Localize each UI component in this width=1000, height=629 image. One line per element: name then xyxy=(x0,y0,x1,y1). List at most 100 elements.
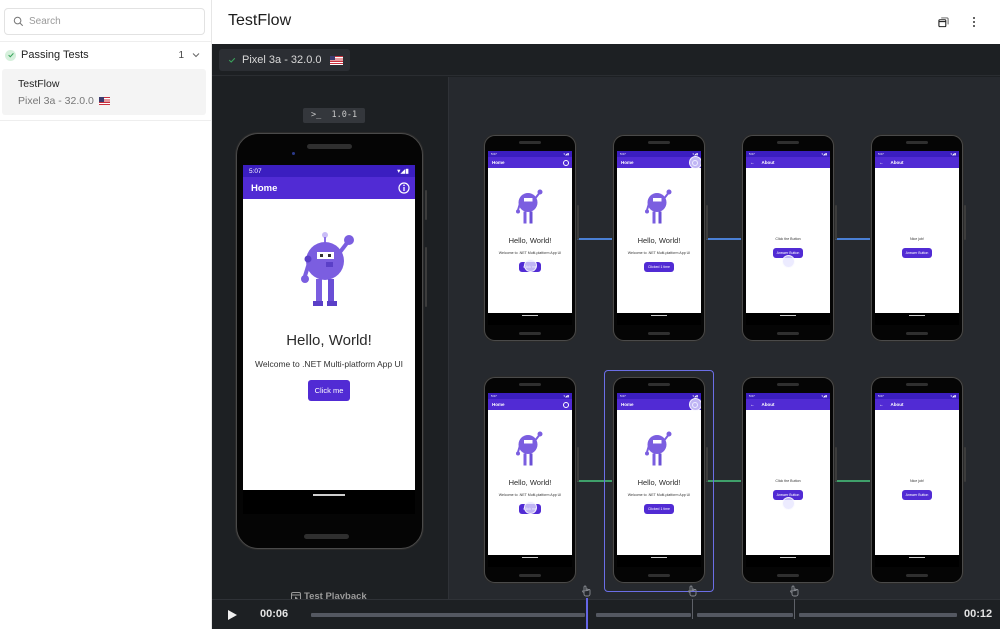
bottom-speaker xyxy=(777,574,799,577)
signal-battery-icon: ▾◢▮ xyxy=(821,394,827,398)
status-time: 5:07 xyxy=(878,394,884,398)
dotnet-bot-icon xyxy=(644,429,674,475)
terminal-icon: >_ xyxy=(311,110,322,120)
side-button xyxy=(835,447,837,482)
app-content: Hello, World! Welcome to .NET Multi-plat… xyxy=(243,231,415,401)
app-bar-title: Home xyxy=(621,402,634,407)
step-button: Answer Button xyxy=(901,490,933,500)
speaker xyxy=(906,383,928,386)
open-in-window-button[interactable] xyxy=(934,13,952,31)
flow-step[interactable]: 5:07 ▾◢▮ Home Hello, World! Welcome to .NET … xyxy=(613,135,705,341)
device-screen[interactable]: 5:07 ▾◢▮ Home Hello, World! Welcome to .… xyxy=(243,165,415,514)
search-input[interactable] xyxy=(29,16,199,27)
nav-bar xyxy=(617,555,701,567)
nav-bar xyxy=(243,490,415,514)
step-content: Hello, World! Welcome to .NET Multi-platf… xyxy=(617,429,701,515)
search-box[interactable] xyxy=(4,8,205,35)
home-pill xyxy=(780,315,796,316)
app-bar-title: Home xyxy=(492,402,505,407)
step-screen: 5:07 ▾◢▮ ← About Click the Button Answer Butt… xyxy=(746,151,830,325)
status-time: 5:07 xyxy=(491,394,497,398)
hello-text: Hello, World! xyxy=(286,332,372,349)
side-button xyxy=(964,205,966,240)
app-bar: ← About xyxy=(875,399,959,410)
flow-step[interactable]: 5:07 ▾◢▮ ← About Click the Button Answer Butt… xyxy=(742,377,834,583)
camera-icon xyxy=(292,152,295,155)
bottom-speaker xyxy=(648,332,670,335)
home-pill xyxy=(651,557,667,558)
signal-battery-icon: ▾◢▮ xyxy=(821,152,827,156)
more-options-button[interactable] xyxy=(965,13,983,31)
play-icon[interactable] xyxy=(226,609,238,621)
group-passing-tests[interactable]: Passing Tests 1 xyxy=(0,44,211,66)
info-icon xyxy=(563,401,569,408)
nav-bar xyxy=(746,555,830,567)
flow-step[interactable]: 5:07 ▾◢▮ ← About Click the Button Answer Butt… xyxy=(742,135,834,341)
timeline-marker-line xyxy=(794,599,795,619)
signal-battery-icon: ▾◢▮ xyxy=(563,394,569,398)
status-time: 5:07 xyxy=(749,394,755,398)
main-area: Pixel 3a - 32.0.0 >_ 1.0-1 5:07 ▾◢▮ Home xyxy=(212,44,1000,629)
app-bar-title: Home xyxy=(251,182,278,194)
side-button xyxy=(577,205,579,240)
home-pill xyxy=(522,557,538,558)
page-title: TestFlow xyxy=(228,12,292,29)
app-bar-title: About xyxy=(890,160,904,165)
tap-icon[interactable] xyxy=(788,584,800,597)
header: TestFlow xyxy=(212,0,1000,44)
welcome-text: Welcome to .NET Multi-platform App UI xyxy=(627,493,691,497)
flow-step[interactable]: 5:07 ▾◢▮ Home Hello, World! Welcome to .NET … xyxy=(484,135,576,341)
bottom-speaker xyxy=(519,332,541,335)
info-icon[interactable] xyxy=(398,182,410,194)
home-pill[interactable] xyxy=(313,494,345,496)
app-bar: ← About xyxy=(746,399,830,410)
nav-bar xyxy=(875,555,959,567)
message-text: Click the Button xyxy=(775,237,801,241)
live-device-panel: >_ 1.0-1 5:07 ▾◢▮ Home Hello, World! Wel… xyxy=(212,77,448,602)
click-me-button[interactable]: Click me xyxy=(307,380,351,401)
status-time: 5:07 xyxy=(620,394,626,398)
live-device[interactable]: 5:07 ▾◢▮ Home Hello, World! Welcome to .… xyxy=(236,133,423,549)
test-name: TestFlow xyxy=(18,78,60,90)
bottom-speaker xyxy=(519,574,541,577)
group-count: 1 xyxy=(178,49,184,61)
flow-step[interactable]: 5:07 ▾◢▮ Home Hello, World! Welcome to .NET … xyxy=(613,377,705,583)
chevron-down-icon[interactable] xyxy=(192,51,200,59)
step-screen: 5:07 ▾◢▮ ← About Nice job! Answer Button xyxy=(875,393,959,567)
power-button xyxy=(425,247,427,307)
timeline-segment[interactable] xyxy=(311,613,585,617)
playhead[interactable] xyxy=(586,598,588,629)
step-screen: 5:07 ▾◢▮ ← About Nice job! Answer Button xyxy=(875,151,959,325)
flow-step[interactable]: 5:07 ▾◢▮ ← About Nice job! Answer Button xyxy=(871,135,963,341)
nav-bar xyxy=(488,313,572,325)
home-pill xyxy=(780,557,796,558)
nav-bar xyxy=(617,313,701,325)
touch-indicator xyxy=(524,259,537,272)
bottom-speaker xyxy=(648,574,670,577)
step-screen: 5:07 ▾◢▮ Home Hello, World! Welcome to .NET … xyxy=(617,151,701,325)
flow-step[interactable]: 5:07 ▾◢▮ ← About Nice job! Answer Button xyxy=(871,377,963,583)
hello-text: Hello, World! xyxy=(508,478,552,487)
timeline-segment[interactable] xyxy=(596,613,691,617)
flow-step[interactable]: 5:07 ▾◢▮ Home Hello, World! Welcome to .NET … xyxy=(484,377,576,583)
signal-battery-icon: ▾◢▮ xyxy=(397,168,409,175)
us-flag-icon xyxy=(98,97,110,105)
app-bar-title: About xyxy=(890,402,904,407)
nav-bar xyxy=(746,313,830,325)
total-time: 00:12 xyxy=(964,608,993,620)
timeline-segment[interactable] xyxy=(799,613,957,617)
side-button xyxy=(835,205,837,240)
tap-icon[interactable] xyxy=(580,584,592,597)
app-bar-title: About xyxy=(761,402,775,407)
touch-indicator xyxy=(782,497,795,510)
us-flag-icon xyxy=(329,55,343,65)
device-tab[interactable]: Pixel 3a - 32.0.0 xyxy=(219,49,350,71)
timeline-segment[interactable] xyxy=(697,613,793,617)
step-screen: 5:07 ▾◢▮ Home Hello, World! Welcome to .NET … xyxy=(617,393,701,567)
tap-icon[interactable] xyxy=(686,584,698,597)
test-item-testflow[interactable]: TestFlow Pixel 3a - 32.0.0 xyxy=(2,69,206,115)
hello-text: Hello, World! xyxy=(637,478,681,487)
speaker xyxy=(307,144,352,149)
version-value: 1.0-1 xyxy=(331,110,358,120)
status-bar: 5:07 ▾◢▮ xyxy=(243,165,415,177)
